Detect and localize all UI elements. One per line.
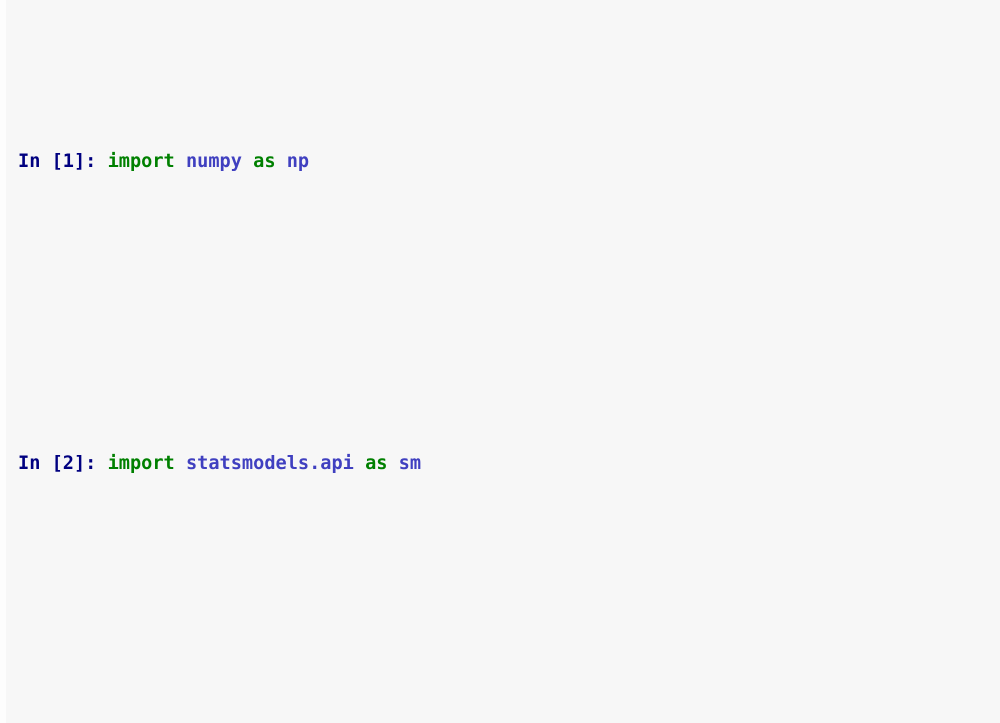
console-screen: In [1]: import numpy as np In [2]: impor… — [0, 0, 1000, 723]
space-1b — [175, 151, 186, 172]
module-statsmodels-api: statsmodels.api — [185, 452, 354, 474]
alias-np: np — [286, 151, 310, 172]
prompt-in-2: In [2]: — [18, 452, 97, 474]
ipython-console-output[interactable]: In [1]: import numpy as np In [2]: impor… — [18, 0, 1000, 723]
space-2d — [387, 453, 398, 474]
module-numpy: numpy — [185, 151, 242, 172]
alias-sm: sm — [398, 452, 422, 474]
prompt-in-1: In [1]: — [18, 151, 97, 172]
keyword-as-2: as — [365, 452, 388, 474]
keyword-import-2: import — [107, 452, 175, 474]
cell-in-1[interactable]: In [1]: import numpy as np — [18, 145, 1000, 179]
left-gutter — [0, 0, 6, 723]
keyword-as-1: as — [253, 151, 276, 172]
space-1d — [276, 151, 287, 172]
space-1 — [96, 151, 107, 172]
keyword-import-1: import — [107, 151, 175, 172]
space-2 — [96, 453, 107, 474]
cell-in-2[interactable]: In [2]: import statsmodels.api as sm — [18, 447, 1000, 481]
space-1c — [242, 151, 253, 172]
space-2c — [354, 453, 365, 474]
space-2b — [175, 453, 186, 474]
